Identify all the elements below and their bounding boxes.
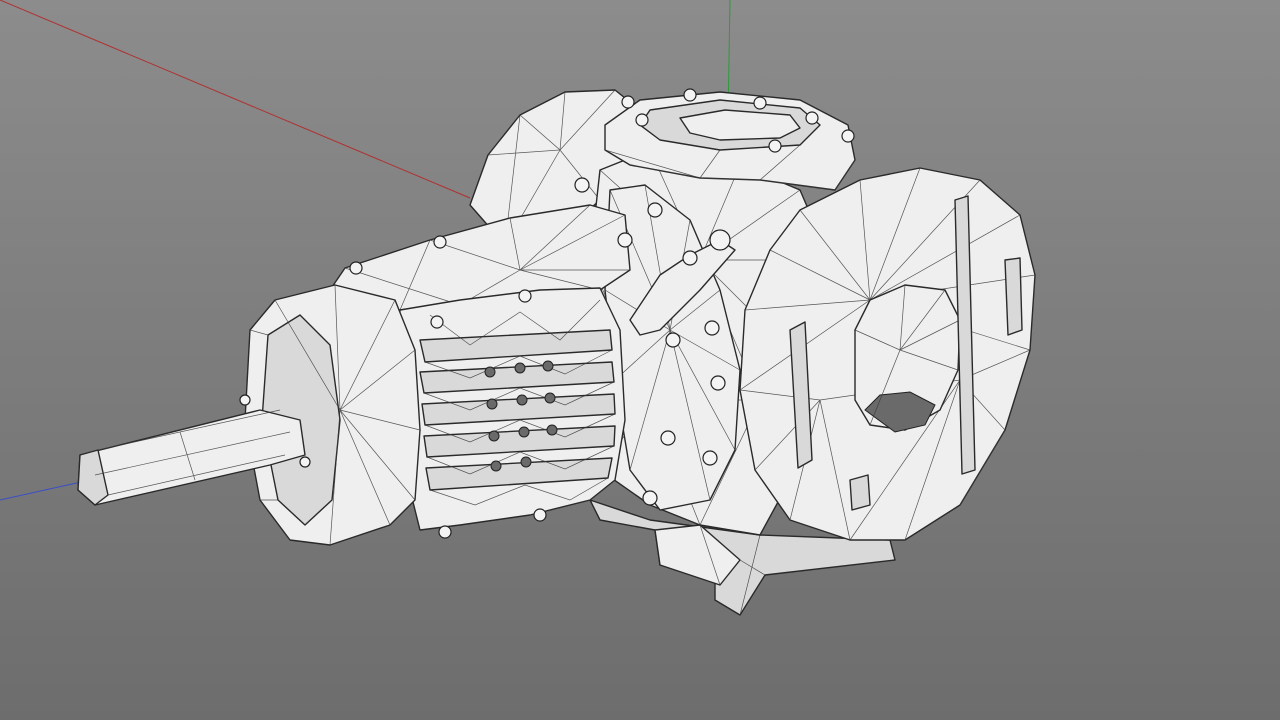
motor-body bbox=[394, 287, 626, 531]
gear-motor-model[interactable] bbox=[77, 88, 1036, 616]
x-axis-line bbox=[0, 0, 471, 199]
model-scene[interactable] bbox=[0, 0, 1280, 720]
3d-viewport[interactable] bbox=[0, 0, 1280, 720]
z-axis-line bbox=[0, 479, 91, 501]
